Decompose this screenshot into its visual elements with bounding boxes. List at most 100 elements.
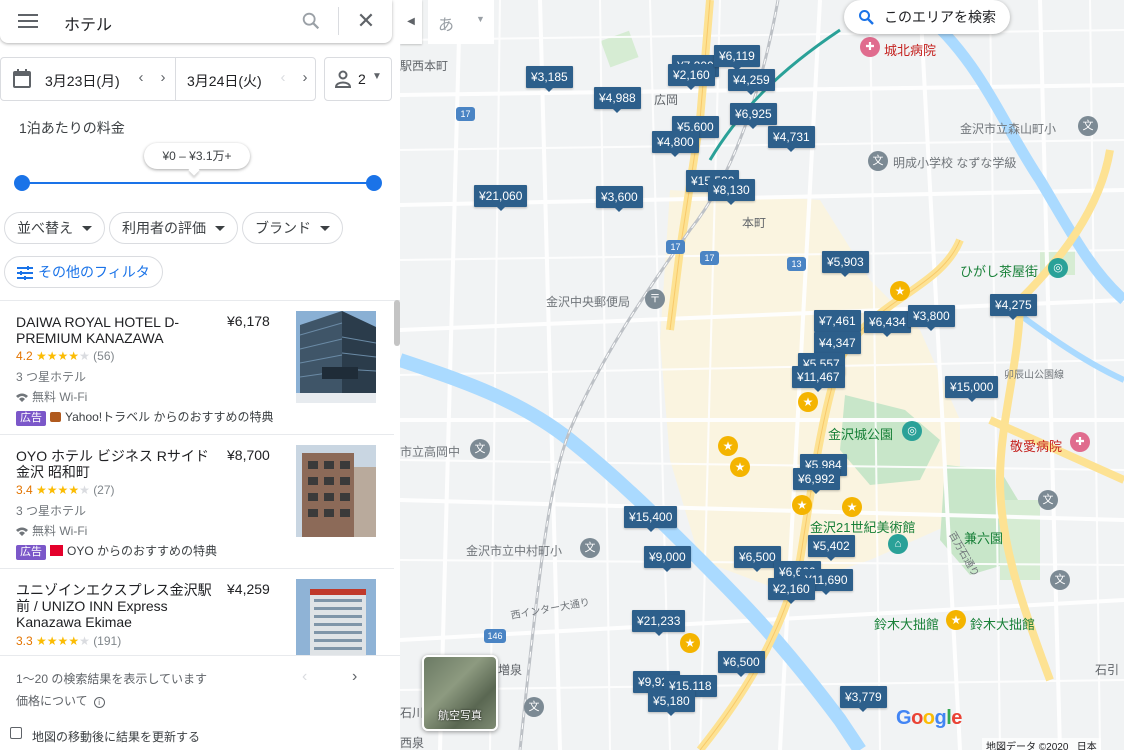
attraction-icon[interactable]: ★ [680,633,700,653]
hotel-price-pin[interactable]: ¥4,275 [990,294,1037,320]
input-method-selector[interactable]: あ ▼ [428,0,494,44]
attraction-icon[interactable]: ★ [730,457,750,477]
attraction-icon[interactable]: ★ [842,497,862,517]
school-icon[interactable]: 文 [1038,490,1058,510]
hotel-price-pin[interactable]: ¥3,600 [596,186,643,212]
checkout-date[interactable]: 3月24日(火) [187,71,262,91]
chevron-left-icon[interactable]: ‹ [302,668,307,686]
search-input[interactable]: ホテル [64,11,112,35]
hotel-price-pin[interactable]: ¥2,160 [668,64,715,90]
hotel-photo[interactable] [296,311,376,403]
hotel-name[interactable]: OYO ホテル ビジネス Rサイド 金沢 昭和町 [16,448,216,480]
museum-icon[interactable]: ⌂ [888,534,908,554]
attraction-icon[interactable]: ★ [890,281,910,301]
hotel-price-pin[interactable]: ¥15,400 [624,506,678,532]
hotel-card[interactable]: DAIWA ROYAL HOTEL D-PREMIUM KANAZAWA ¥6,… [0,301,394,435]
rating-value: 3.3 [16,634,33,648]
calendar-icon [13,69,31,88]
school-icon[interactable]: 文 [1050,570,1070,590]
sort-chip[interactable]: 並べ替え [4,212,105,244]
rating-chip[interactable]: 利用者の評価 [109,212,238,244]
hotel-price-pin[interactable]: ¥2,160 [768,578,815,604]
school-icon[interactable]: 文 [524,697,544,717]
attraction-icon[interactable]: ★ [946,610,966,630]
guests-selector[interactable]: 2 ▼ [324,57,392,101]
tune-icon [17,266,33,280]
hotel-price-pin[interactable]: ¥4,347 [814,332,861,358]
hotel-card[interactable]: OYO ホテル ビジネス Rサイド 金沢 昭和町 ¥8,700 3.4 ★★★★… [0,435,394,569]
checkout-prev-icon[interactable]: ‹ [275,68,291,88]
menu-icon[interactable] [18,14,38,28]
hotel-price-pin[interactable]: ¥21,060 [474,185,528,211]
hotel-price-pin[interactable]: ¥4,731 [768,126,815,152]
attraction-icon[interactable]: ★ [718,436,738,456]
hotel-price-pin[interactable]: ¥6,992 [793,468,840,494]
hotel-price-pin[interactable]: ¥4,988 [594,87,641,113]
hotel-price-pin[interactable]: ¥9,000 [644,546,691,572]
hotel-price-pin[interactable]: ¥4,259 [728,69,775,95]
park-icon[interactable]: ◎ [902,421,922,441]
hotel-price-pin[interactable]: ¥11,467 [792,366,845,392]
search-icon[interactable] [300,10,322,32]
hotel-price-pin[interactable]: ¥6,119 [714,45,760,71]
hotel-photo[interactable] [296,445,376,537]
update-on-move-checkbox[interactable] [10,727,22,739]
hotel-price-pin[interactable]: ¥5,903 [822,251,869,277]
hotel-price-pin[interactable]: ¥4,800 [652,131,699,157]
attraction-icon[interactable]: ★ [792,495,812,515]
ad-offer[interactable]: 広告 OYO からのおすすめの特典 [16,542,217,560]
hotel-price-pin[interactable]: ¥21,233 [632,610,686,636]
brand-chip[interactable]: ブランド [242,212,343,244]
hotel-class: 3 つ星ホテル [16,504,87,518]
hotel-price-pin[interactable]: ¥6,500 [718,651,765,677]
hotel-price-pin[interactable]: ¥6,434 [864,311,911,337]
chevron-right-icon[interactable]: › [352,668,357,686]
close-icon[interactable]: ✕ [355,10,377,32]
info-icon[interactable]: i [93,697,105,708]
hotel-price-pin[interactable]: ¥8,130 [708,179,755,205]
hotel-price-pin[interactable]: ¥5,180 [648,690,695,716]
checkout-next-icon[interactable]: › [297,68,313,88]
hotel-price-pin[interactable]: ¥7,461 [814,310,861,336]
hotel-card[interactable]: ユニゾインエクスプレス金沢駅前 / UNIZO INN Express Kana… [0,569,394,655]
price-slider-min-handle[interactable] [14,175,30,191]
hospital-icon[interactable]: ✚ [1070,432,1090,452]
hotel-price-pin[interactable]: ¥3,779 [840,686,887,712]
attraction-icon[interactable]: ★ [798,392,818,412]
price-slider-track[interactable] [22,182,374,184]
hotel-name[interactable]: DAIWA ROYAL HOTEL D-PREMIUM KANAZAWA [16,314,216,346]
hotel-photo[interactable] [296,579,376,655]
date-picker[interactable]: 3月23日(月) ‹ › 3月24日(火) ‹ › [0,57,316,101]
school-icon[interactable]: 文 [868,151,888,171]
hotel-price-pin[interactable]: ¥3,800 [908,305,955,331]
amenity-label: 無料 Wi-Fi [32,524,88,538]
school-icon[interactable]: 文 [470,439,490,459]
map-label: 広岡 [654,93,679,107]
hotel-name[interactable]: ユニゾインエクスプレス金沢駅前 / UNIZO INN Express Kana… [16,582,216,630]
tourist-spot-icon[interactable]: ◎ [1048,258,1068,278]
chevron-down-icon: ▼ [372,71,382,82]
school-icon[interactable]: 文 [580,538,600,558]
map-attribution: 地図データ ©2020 日本 [982,738,1101,750]
search-box[interactable]: ホテル ✕ [0,0,392,43]
hotel-price-pin[interactable]: ¥5,402 [808,535,855,561]
checkin-prev-icon[interactable]: ‹ [133,68,149,88]
hotel-price-pin[interactable]: ¥6,925 [730,103,777,129]
brand-chip-label: ブランド [255,220,311,236]
more-filters-button[interactable]: その他のフィルタ [4,256,163,288]
about-prices-link[interactable]: 価格について i [16,692,105,709]
post-office-icon[interactable]: 〒 [645,289,665,309]
collapse-panel-button[interactable]: ◀ [400,0,422,44]
price-slider-max-handle[interactable] [366,175,382,191]
school-icon[interactable]: 文 [1078,116,1098,136]
list-scrollbar[interactable] [394,300,400,346]
hotel-price-pin[interactable]: ¥15,000 [945,376,999,402]
hotel-price-pin[interactable]: ¥3,185 [526,66,573,92]
map-view[interactable]: ◀ あ ▼ このエリアを検索 駅西本町 広岡 本町 金沢中央郵便局 〒 金沢市立森… [400,0,1124,750]
checkin-next-icon[interactable]: › [155,68,171,88]
hospital-icon[interactable]: ✚ [860,37,880,57]
checkin-date[interactable]: 3月23日(月) [45,71,120,91]
ad-offer[interactable]: 広告 Yahoo!トラベル からのおすすめの特典 [16,408,273,426]
satellite-toggle[interactable]: 航空写真 [422,655,498,731]
search-this-area-button[interactable]: このエリアを検索 [844,0,1010,34]
